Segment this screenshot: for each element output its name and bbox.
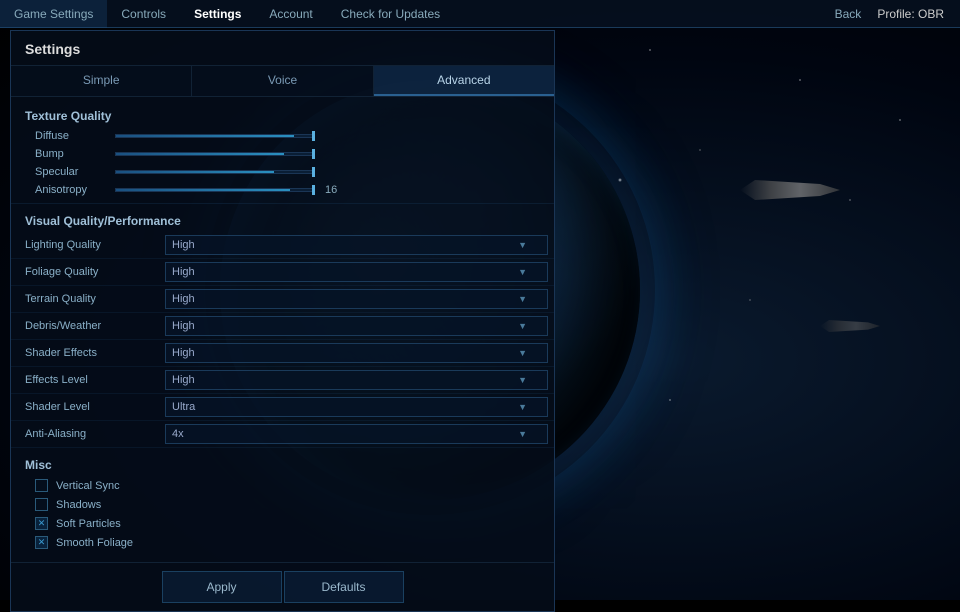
foliage-quality-label: Foliage Quality bbox=[25, 266, 165, 278]
shader-effects-arrow: ▼ bbox=[518, 348, 527, 358]
panel-title: Settings bbox=[11, 31, 554, 66]
foliage-quality-select[interactable]: High ▼ bbox=[165, 262, 548, 282]
anti-aliasing-value: 4x bbox=[172, 428, 184, 440]
foliage-quality-arrow: ▼ bbox=[518, 267, 527, 277]
shadows-row[interactable]: Shadows bbox=[25, 495, 540, 514]
anisotropy-label: Anisotropy bbox=[35, 184, 115, 196]
smooth-foliage-checkbox[interactable]: ✕ bbox=[35, 536, 48, 549]
debris-weather-arrow: ▼ bbox=[518, 321, 527, 331]
anti-aliasing-row[interactable]: Anti-Aliasing 4x ▼ bbox=[11, 421, 554, 448]
anisotropy-value: 16 bbox=[325, 184, 345, 196]
defaults-button[interactable]: Defaults bbox=[284, 571, 404, 603]
nav-account[interactable]: Account bbox=[255, 0, 326, 28]
diffuse-row: Diffuse bbox=[11, 127, 554, 145]
lighting-quality-label: Lighting Quality bbox=[25, 239, 165, 251]
debris-weather-row[interactable]: Debris/Weather High ▼ bbox=[11, 313, 554, 340]
nav-right: Back Profile: OBR bbox=[835, 7, 960, 21]
topbar: Game Settings Controls Settings Account … bbox=[0, 0, 960, 28]
debris-weather-label: Debris/Weather bbox=[25, 320, 165, 332]
foliage-quality-value: High bbox=[172, 266, 195, 278]
soft-particles-row[interactable]: ✕ Soft Particles bbox=[25, 514, 540, 533]
tab-simple[interactable]: Simple bbox=[11, 66, 192, 96]
bump-row: Bump bbox=[11, 145, 554, 163]
nav-settings[interactable]: Settings bbox=[180, 0, 255, 28]
shader-effects-value: High bbox=[172, 347, 195, 359]
effects-level-row[interactable]: Effects Level High ▼ bbox=[11, 367, 554, 394]
nav-left: Game Settings Controls Settings Account … bbox=[0, 0, 835, 28]
anti-aliasing-label: Anti-Aliasing bbox=[25, 428, 165, 440]
panel-content: Texture Quality Diffuse Bump Specular bbox=[11, 97, 554, 562]
foliage-quality-row[interactable]: Foliage Quality High ▼ bbox=[11, 259, 554, 286]
terrain-quality-row[interactable]: Terrain Quality High ▼ bbox=[11, 286, 554, 313]
misc-section: Misc Vertical Sync Shadows ✕ Soft Partic… bbox=[11, 448, 554, 556]
shader-level-label: Shader Level bbox=[25, 401, 165, 413]
nav-check-updates[interactable]: Check for Updates bbox=[327, 0, 454, 28]
terrain-quality-select[interactable]: High ▼ bbox=[165, 289, 548, 309]
tab-advanced[interactable]: Advanced bbox=[374, 66, 554, 96]
diffuse-label: Diffuse bbox=[35, 130, 115, 142]
anti-aliasing-arrow: ▼ bbox=[518, 429, 527, 439]
shader-level-arrow: ▼ bbox=[518, 402, 527, 412]
terrain-quality-label: Terrain Quality bbox=[25, 293, 165, 305]
apply-button[interactable]: Apply bbox=[162, 571, 282, 603]
soft-particles-label: Soft Particles bbox=[56, 518, 121, 530]
shadows-label: Shadows bbox=[56, 499, 101, 511]
shadows-checkbox[interactable] bbox=[35, 498, 48, 511]
anisotropy-row: Anisotropy 16 bbox=[11, 181, 554, 199]
visual-quality-header: Visual Quality/Performance bbox=[11, 208, 554, 232]
panel-footer: Apply Defaults bbox=[11, 562, 554, 611]
lighting-quality-select[interactable]: High ▼ bbox=[165, 235, 548, 255]
lighting-quality-arrow: ▼ bbox=[518, 240, 527, 250]
shader-level-row[interactable]: Shader Level Ultra ▼ bbox=[11, 394, 554, 421]
effects-level-value: High bbox=[172, 374, 195, 386]
shader-level-value: Ultra bbox=[172, 401, 195, 413]
terrain-quality-arrow: ▼ bbox=[518, 294, 527, 304]
misc-header: Misc bbox=[25, 452, 540, 476]
nav-controls[interactable]: Controls bbox=[107, 0, 180, 28]
lighting-quality-row[interactable]: Lighting Quality High ▼ bbox=[11, 232, 554, 259]
debris-weather-value: High bbox=[172, 320, 195, 332]
anisotropy-slider[interactable] bbox=[115, 188, 315, 192]
back-button[interactable]: Back bbox=[835, 7, 862, 21]
specular-slider[interactable] bbox=[115, 170, 315, 174]
tab-bar: Simple Voice Advanced bbox=[11, 66, 554, 97]
diffuse-slider[interactable] bbox=[115, 134, 315, 138]
shader-effects-label: Shader Effects bbox=[25, 347, 165, 359]
effects-level-arrow: ▼ bbox=[518, 375, 527, 385]
bump-slider[interactable] bbox=[115, 152, 315, 156]
soft-particles-checkbox[interactable]: ✕ bbox=[35, 517, 48, 530]
lighting-quality-value: High bbox=[172, 239, 195, 251]
effects-level-label: Effects Level bbox=[25, 374, 165, 386]
smooth-foliage-row[interactable]: ✕ Smooth Foliage bbox=[25, 533, 540, 552]
settings-panel: Settings Simple Voice Advanced Texture Q… bbox=[10, 30, 555, 612]
debris-weather-select[interactable]: High ▼ bbox=[165, 316, 548, 336]
bump-label: Bump bbox=[35, 148, 115, 160]
texture-quality-header: Texture Quality bbox=[11, 103, 554, 127]
shader-level-select[interactable]: Ultra ▼ bbox=[165, 397, 548, 417]
specular-row: Specular bbox=[11, 163, 554, 181]
shader-effects-row[interactable]: Shader Effects High ▼ bbox=[11, 340, 554, 367]
smooth-foliage-label: Smooth Foliage bbox=[56, 537, 133, 549]
effects-level-select[interactable]: High ▼ bbox=[165, 370, 548, 390]
vertical-sync-label: Vertical Sync bbox=[56, 480, 120, 492]
nav-game-settings[interactable]: Game Settings bbox=[0, 0, 107, 28]
terrain-quality-value: High bbox=[172, 293, 195, 305]
shader-effects-select[interactable]: High ▼ bbox=[165, 343, 548, 363]
specular-label: Specular bbox=[35, 166, 115, 178]
tab-voice[interactable]: Voice bbox=[192, 66, 373, 96]
vertical-sync-checkbox[interactable] bbox=[35, 479, 48, 492]
profile-label: Profile: OBR bbox=[877, 7, 944, 21]
vertical-sync-row[interactable]: Vertical Sync bbox=[25, 476, 540, 495]
anti-aliasing-select[interactable]: 4x ▼ bbox=[165, 424, 548, 444]
